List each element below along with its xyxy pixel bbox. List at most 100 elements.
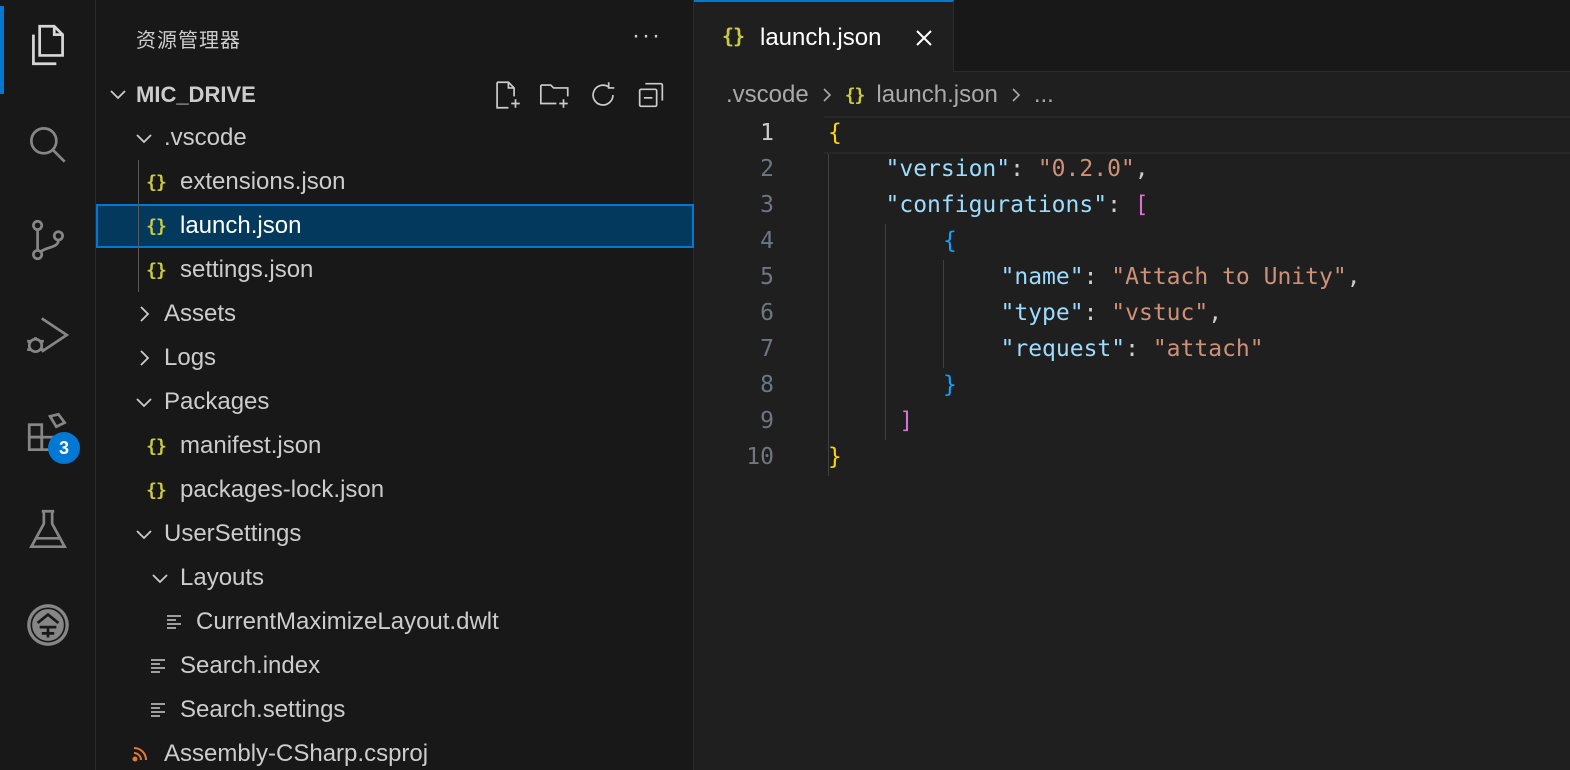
code-token: , <box>1346 264 1361 290</box>
code-token: } <box>943 372 957 398</box>
testing-activity[interactable] <box>0 485 96 575</box>
new-folder-icon[interactable] <box>538 78 572 112</box>
chevron-down-icon <box>132 522 156 546</box>
tree-folder-packages[interactable]: Packages <box>96 380 694 424</box>
json-file-icon: {} <box>146 259 167 281</box>
files-icon <box>32 24 64 66</box>
tree-file-launch-json[interactable]: {} launch.json <box>96 204 694 248</box>
json-file-icon: {} <box>722 24 745 48</box>
json-file-icon: {} <box>146 435 167 457</box>
tree-folder-usersettings[interactable]: UserSettings <box>96 512 694 556</box>
code-token: { <box>943 228 957 254</box>
code-token: "vstuc" <box>1111 300 1209 326</box>
explorer-activity[interactable] <box>0 0 96 94</box>
code-line[interactable]: 3 "configurations": [ <box>694 188 1570 224</box>
code-text: "request": "attach" <box>1001 336 1264 362</box>
code-line[interactable]: 8} <box>694 368 1570 404</box>
chevron-right-icon <box>819 85 835 105</box>
code-token: "Attach to Unity" <box>1111 264 1347 290</box>
code-token: "0.2.0" <box>1037 156 1135 182</box>
code-line[interactable]: 5 "name": "Attach to Unity", <box>694 260 1570 296</box>
code-token: ] <box>885 408 914 434</box>
account-activity[interactable] <box>0 580 96 670</box>
chevron-right-icon <box>132 346 156 370</box>
code-editor[interactable]: 1{2 "version": "0.2.0", 3 "configurations":… <box>694 116 1570 476</box>
tree-file-packages-lock-json[interactable]: {} packages-lock.json <box>96 468 694 512</box>
code-line[interactable]: 10} <box>694 440 1570 476</box>
tab-bar: {} launch.json <box>694 0 1570 72</box>
new-file-icon[interactable] <box>490 78 524 112</box>
code-line[interactable]: 1{ <box>694 116 1570 154</box>
json-file-icon: {} <box>146 479 167 501</box>
search-activity[interactable] <box>0 100 96 190</box>
tree-folder-vscode[interactable]: .vscode <box>96 116 694 160</box>
tree-item-label: CurrentMaximizeLayout.dwlt <box>196 608 499 635</box>
rss-icon <box>128 742 152 766</box>
code-token: : <box>1125 336 1153 362</box>
tree-file-search-settings[interactable]: Search.settings <box>96 688 694 732</box>
json-file-icon: {} <box>146 171 167 193</box>
tab-label: launch.json <box>760 24 882 51</box>
code-token: } <box>828 444 842 470</box>
code-token: "configurations" <box>885 192 1108 218</box>
tree-file-currentmaximizelayout[interactable]: CurrentMaximizeLayout.dwlt <box>96 600 694 644</box>
line-number: 5 <box>760 264 774 290</box>
tree-folder-logs[interactable]: Logs <box>96 336 694 380</box>
indent-guide <box>138 248 139 292</box>
chevron-down-icon <box>132 126 156 150</box>
tree-folder-layouts[interactable]: Layouts <box>96 556 694 600</box>
code-token: : <box>1010 156 1038 182</box>
tree-item-label: extensions.json <box>180 168 346 195</box>
close-icon[interactable] <box>912 26 936 50</box>
extensions-activity[interactable] <box>0 388 96 478</box>
refresh-icon[interactable] <box>586 78 620 112</box>
code-line[interactable]: 2 "version": "0.2.0", <box>694 152 1570 188</box>
line-number: 4 <box>760 228 774 254</box>
code-token: : <box>1083 264 1112 290</box>
text-file-icon <box>162 610 186 634</box>
tree-item-label: Search.index <box>180 652 321 679</box>
tree-file-extensions-json[interactable]: {} extensions.json <box>96 160 694 204</box>
code-line[interactable]: 4{ <box>694 224 1570 260</box>
breadcrumb-more[interactable]: ... <box>1034 81 1054 109</box>
file-tree: .vscode {} extensions.json {} launch.jso… <box>96 116 694 770</box>
code-token: "name" <box>1000 264 1084 290</box>
tree-item-label: Layouts <box>180 564 265 591</box>
collapse-all-icon[interactable] <box>634 78 668 112</box>
indent-guide <box>138 160 139 204</box>
tree-file-manifest-json[interactable]: {} manifest.json <box>96 424 694 468</box>
line-number: 1 <box>760 120 774 146</box>
tree-file-search-index[interactable]: Search.index <box>96 644 694 688</box>
more-actions-button[interactable]: ··· <box>632 22 662 50</box>
chevron-down-icon <box>108 84 128 109</box>
tree-item-label: Logs <box>164 344 217 371</box>
tree-file-assembly-csharp[interactable]: Assembly-CSharp.csproj <box>96 732 694 770</box>
tab-launch-json[interactable]: {} launch.json <box>694 0 954 72</box>
sidebar-title: 资源管理器 <box>136 30 241 52</box>
source-control-icon <box>32 219 64 261</box>
tree-item-label: Assembly-CSharp.csproj <box>164 740 429 767</box>
code-token: : <box>1083 300 1112 326</box>
indent-guide <box>138 204 139 248</box>
breadcrumb-folder[interactable]: .vscode <box>726 81 809 109</box>
project-header[interactable]: MIC_DRIVE <box>96 74 694 114</box>
run-debug-activity[interactable] <box>0 290 96 380</box>
source-control-activity[interactable] <box>0 195 96 285</box>
line-number: 6 <box>760 300 774 326</box>
tree-file-settings-json[interactable]: {} settings.json <box>96 248 694 292</box>
code-line[interactable]: 6 "type": "vstuc", <box>694 296 1570 332</box>
tree-item-label: Assets <box>164 300 237 327</box>
code-text: } <box>828 444 842 470</box>
project-name: MIC_DRIVE <box>136 82 256 107</box>
line-number: 8 <box>760 372 774 398</box>
tree-item-label: Packages <box>164 388 270 415</box>
tree-item-label: .vscode <box>164 124 247 151</box>
text-file-icon <box>146 698 170 722</box>
code-line[interactable]: 9 ] <box>694 404 1570 440</box>
code-line[interactable]: 7 "request": "attach" <box>694 332 1570 368</box>
testing-icon <box>29 509 67 549</box>
tree-folder-assets[interactable]: Assets <box>96 292 694 336</box>
code-text: { <box>943 228 957 254</box>
json-file-icon: {} <box>844 84 866 106</box>
breadcrumb-file[interactable]: launch.json <box>876 81 997 109</box>
